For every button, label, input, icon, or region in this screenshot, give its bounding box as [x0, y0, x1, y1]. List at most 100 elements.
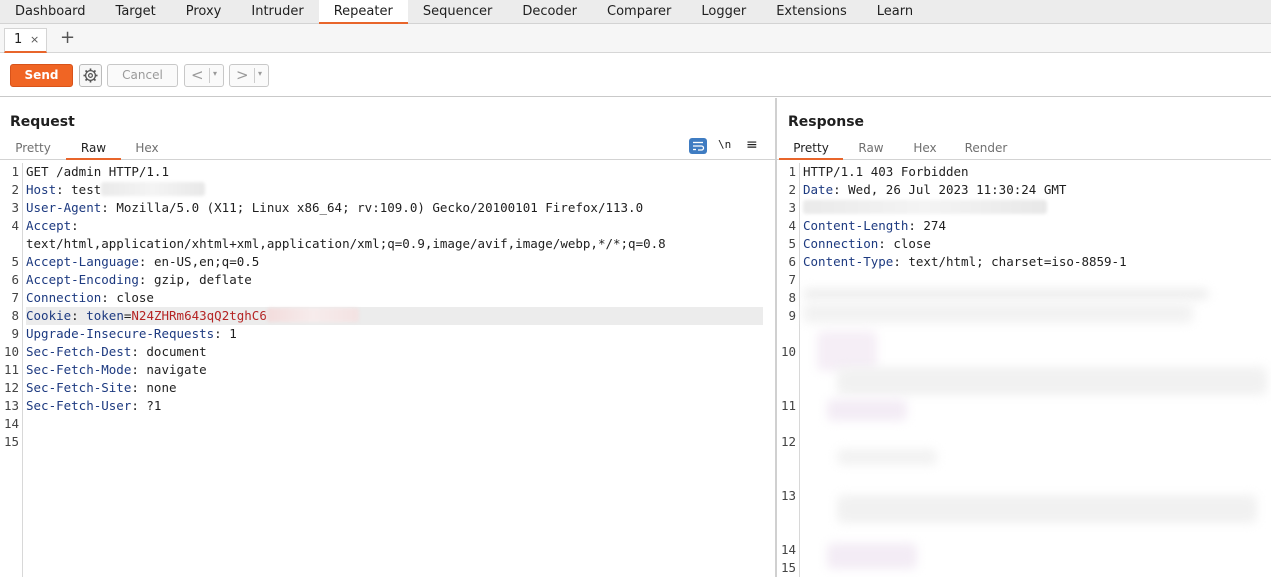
- nav-tab-repeater[interactable]: Repeater: [318, 0, 408, 24]
- tab-label: Pretty: [793, 141, 829, 155]
- chevron-right-icon: >: [236, 66, 249, 84]
- tab-hex[interactable]: Hex: [121, 140, 173, 160]
- nav-tab-proxy[interactable]: Proxy: [171, 0, 237, 24]
- top-nav: Dashboard Target Proxy Intruder Repeater Sequ…: [0, 0, 1271, 24]
- header-value: : close: [101, 290, 154, 305]
- tab-raw[interactable]: Raw: [843, 140, 899, 160]
- redacted-body: [837, 449, 937, 465]
- header-name: Sec-Fetch-Mode: [26, 362, 132, 377]
- line-number: 4: [11, 218, 19, 233]
- header-value: : gzip, deflate: [138, 272, 252, 287]
- tab-label: Hex: [135, 141, 159, 155]
- menu-icon[interactable]: ≡: [746, 137, 764, 153]
- header-value: :: [71, 308, 87, 323]
- tab-pretty[interactable]: Pretty: [0, 140, 66, 160]
- line-number: 8: [11, 308, 19, 323]
- tab-label: Raw: [80, 141, 107, 155]
- redacted-header: [803, 200, 1047, 214]
- response-editor[interactable]: 1 2 3 4 5 6 7 8 9 10 11 12 13 14 15 HTTP…: [777, 163, 1271, 577]
- line-number: 15: [3, 434, 19, 449]
- newline-toggle-icon[interactable]: \n: [718, 138, 736, 154]
- line-number: 6: [11, 272, 19, 287]
- header-value: : close: [878, 236, 931, 251]
- line-number: 2: [788, 182, 796, 197]
- header-name: Connection: [803, 236, 879, 251]
- request-editor[interactable]: 1 2 3 4 5 6 7 8 9 10 11 12 13 14 15 GET …: [0, 163, 775, 577]
- line-number: 14: [3, 416, 19, 431]
- line-number: 15: [780, 560, 796, 575]
- request-pane: Request Pretty Raw Hex \n ≡ 1 2 3 4 5 6 …: [0, 98, 775, 577]
- header-name: Accept-Encoding: [26, 272, 139, 287]
- settings-button[interactable]: [79, 64, 102, 87]
- nav-tab-target[interactable]: Target: [101, 0, 171, 24]
- header-line: Upgrade-Insecure-Requests: 1: [26, 325, 237, 343]
- line-number: 3: [788, 200, 796, 215]
- line-number: 6: [788, 254, 796, 269]
- tab-label: Render: [964, 141, 1008, 155]
- line-number: 10: [780, 344, 796, 359]
- header-line: User-Agent: Mozilla/5.0 (X11; Linux x86_…: [26, 199, 643, 217]
- header-name: Cookie: [26, 308, 72, 323]
- toolbar: Send Cancel < ▾ > ▾: [0, 54, 1271, 97]
- cookie-name: token: [86, 308, 124, 323]
- cancel-button[interactable]: Cancel: [107, 64, 178, 87]
- chevron-left-icon: <: [191, 66, 204, 84]
- response-title: Response: [788, 114, 865, 130]
- nav-tab-dashboard[interactable]: Dashboard: [0, 0, 101, 24]
- add-tab-button[interactable]: +: [60, 28, 75, 48]
- header-line: Content-Length: 274: [803, 217, 946, 235]
- gear-icon: [83, 68, 98, 83]
- header-value: : text/html; charset=iso-8859-1: [893, 254, 1127, 269]
- back-button[interactable]: < ▾: [184, 64, 224, 87]
- nav-tab-learn[interactable]: Learn: [862, 0, 928, 24]
- header-line-redacted: [803, 199, 1047, 217]
- status-line-text: HTTP/1.1 403 Forbidden: [803, 164, 969, 179]
- header-name: User-Agent: [26, 200, 102, 215]
- tab-raw[interactable]: Raw: [66, 140, 121, 160]
- header-line: Sec-Fetch-Site: none: [26, 379, 177, 397]
- chevron-down-icon[interactable]: ▾: [258, 69, 262, 78]
- header-value: text/html,application/xhtml+xml,applicat…: [26, 236, 666, 251]
- nav-tab-comparer[interactable]: Comparer: [592, 0, 686, 24]
- header-line: Connection: close: [803, 235, 931, 253]
- header-name: Sec-Fetch-Dest: [26, 344, 132, 359]
- header-line: Date: Wed, 26 Jul 2023 11:30:24 GMT: [803, 181, 1066, 199]
- repeater-tab-1[interactable]: 1 ×: [4, 28, 47, 53]
- header-value: : none: [131, 380, 177, 395]
- header-line: Content-Type: text/html; charset=iso-885…: [803, 253, 1127, 271]
- nav-tab-intruder[interactable]: Intruder: [236, 0, 318, 24]
- response-view-tabs: Pretty Raw Hex Render: [777, 138, 1271, 160]
- nav-tab-extensions[interactable]: Extensions: [761, 0, 862, 24]
- word-wrap-icon[interactable]: [689, 138, 707, 154]
- nav-tab-sequencer[interactable]: Sequencer: [408, 0, 507, 24]
- response-pane: Response Pretty Raw Hex Render 1 2 3 4 5…: [777, 98, 1271, 577]
- request-view-tabs: Pretty Raw Hex: [0, 138, 775, 160]
- line-number-gutter: 1 2 3 4 5 6 7 8 9 10 11 12 13 14 15: [0, 163, 23, 577]
- header-name: Sec-Fetch-Site: [26, 380, 132, 395]
- line-number: 7: [788, 272, 796, 287]
- line-number: 1: [788, 164, 796, 179]
- header-value: : Mozilla/5.0 (X11; Linux x86_64; rv:109…: [101, 200, 644, 215]
- request-title: Request: [10, 114, 75, 130]
- line-number: 11: [3, 362, 19, 377]
- tab-pretty[interactable]: Pretty: [779, 140, 843, 160]
- header-line: Accept-Encoding: gzip, deflate: [26, 271, 252, 289]
- header-line-cookie: Cookie: token=N24ZHRm643qQ2tghC6: [26, 307, 763, 325]
- header-name: Accept-Language: [26, 254, 139, 269]
- header-value: :: [71, 218, 79, 233]
- line-number: 8: [788, 290, 796, 305]
- tab-label: Hex: [913, 141, 937, 155]
- nav-tab-logger[interactable]: Logger: [686, 0, 761, 24]
- close-icon[interactable]: ×: [30, 33, 39, 46]
- tab-render[interactable]: Render: [951, 140, 1021, 160]
- nav-tab-decoder[interactable]: Decoder: [507, 0, 592, 24]
- redacted-body: [817, 331, 877, 371]
- tab-hex[interactable]: Hex: [899, 140, 951, 160]
- header-value: : en-US,en;q=0.5: [138, 254, 260, 269]
- send-button[interactable]: Send: [10, 64, 73, 87]
- header-name: Content-Type: [803, 254, 894, 269]
- chevron-down-icon[interactable]: ▾: [213, 69, 217, 78]
- header-name: Sec-Fetch-User: [26, 398, 132, 413]
- header-name: Date: [803, 182, 834, 197]
- forward-button[interactable]: > ▾: [229, 64, 269, 87]
